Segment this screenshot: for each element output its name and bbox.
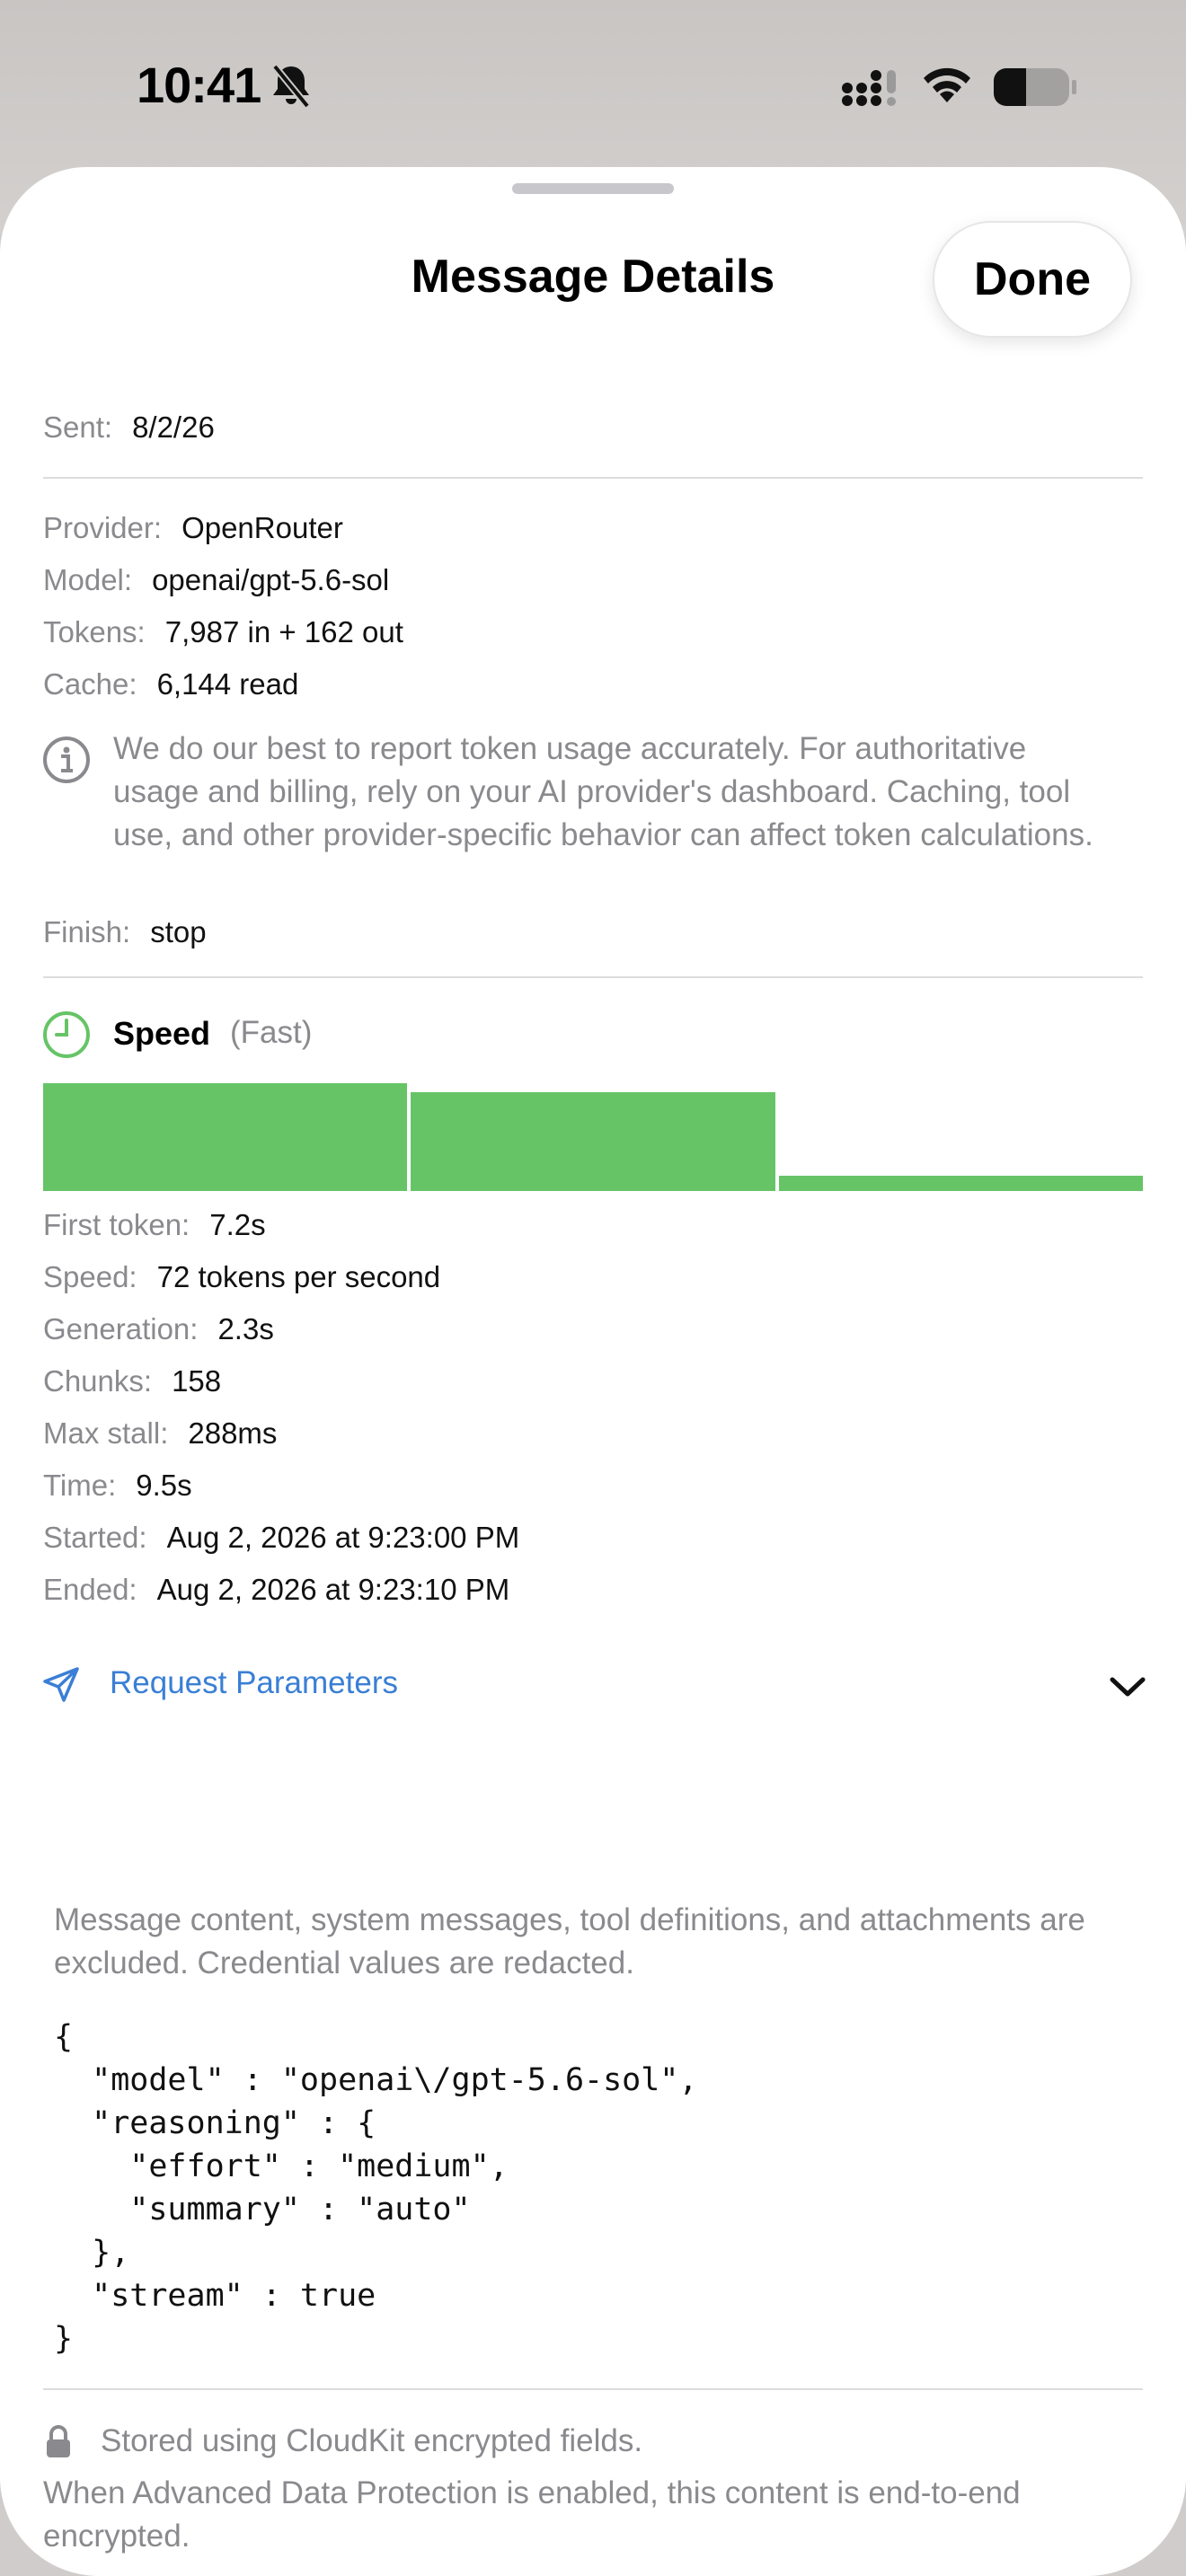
speed-stat-label: Max stall: (43, 1416, 169, 1450)
speed-stat-value: 9.5s (136, 1469, 192, 1502)
speed-stat-value: 7.2s (209, 1208, 266, 1241)
cache-label: Cache: (43, 667, 137, 701)
speed-stat-value: 288ms (188, 1416, 278, 1450)
speed-stat-label: Speed: (43, 1260, 137, 1293)
speed-stat-label: Started: (43, 1521, 147, 1554)
sent-label: Sent: (43, 410, 113, 444)
wifi-icon (924, 67, 970, 102)
model-label: Model: (43, 563, 133, 596)
finish-value: stop (150, 915, 207, 948)
speed-stat-value: 2.3s (217, 1312, 274, 1345)
speed-stat-label: Ended: (43, 1573, 137, 1606)
speed-stat-row: Time: 9.5s (43, 1468, 192, 1504)
speed-stat-label: First token: (43, 1208, 190, 1241)
lock-icon (47, 2425, 70, 2457)
chevron-down-icon[interactable] (1109, 1674, 1146, 1699)
battery-icon (994, 68, 1076, 106)
speed-rating: (Fast) (230, 1015, 313, 1050)
divider (43, 2388, 1143, 2390)
speed-stat-row: Speed: 72 tokens per second (43, 1259, 440, 1295)
speed-stat-row: First token: 7.2s (43, 1207, 266, 1243)
bell-slash-icon (271, 64, 311, 109)
tokens-value: 7,987 in + 162 out (164, 615, 403, 648)
token-disclaimer: We do our best to report token usage acc… (113, 731, 1093, 852)
clock-icon (43, 1011, 90, 1058)
storage-status: Stored using CloudKit encrypted fields. (101, 2423, 643, 2458)
speed-stat-row: Chunks: 158 (43, 1363, 221, 1399)
finish-row: Finish: stop (43, 914, 207, 950)
speed-stat-row: Started: Aug 2, 2026 at 9:23:00 PM (43, 1520, 519, 1556)
status-time: 10:41 (137, 57, 261, 113)
request-parameters-toggle[interactable]: Request Parameters (110, 1665, 398, 1701)
model-value: openai/gpt-5.6-sol (152, 563, 390, 596)
sent-row: Sent: 8/2/26 (43, 410, 215, 446)
sent-value: 8/2/26 (132, 410, 215, 444)
request-parameters-json: { "model" : "openai\/gpt-5.6-sol", "reas… (54, 2019, 698, 2357)
speed-stat-label: Chunks: (43, 1364, 153, 1398)
speed-bar (411, 1092, 775, 1191)
speed-stat-value: 72 tokens per second (156, 1260, 441, 1293)
adp-note: When Advanced Data Protection is enabled… (43, 2475, 1021, 2554)
cache-value: 6,144 read (156, 667, 299, 701)
speed-stat-label: Generation: (43, 1312, 199, 1345)
divider (43, 477, 1143, 479)
sheet-grabber[interactable] (512, 183, 674, 194)
speed-stat-label: Time: (43, 1469, 117, 1502)
speed-title: Speed (113, 1015, 211, 1052)
speed-stat-value: Aug 2, 2026 at 9:23:10 PM (156, 1573, 510, 1606)
speed-bar (778, 1176, 1143, 1191)
model-row: Model: openai/gpt-5.6-sol (43, 562, 389, 598)
done-button[interactable]: Done (933, 221, 1132, 338)
info-circle-icon (43, 737, 90, 783)
tokens-row: Tokens: 7,987 in + 162 out (43, 614, 403, 650)
message-details-sheet: Message Details Done Sent: 8/2/26 Provide… (0, 167, 1186, 2576)
paper-plane-icon[interactable] (41, 1665, 81, 1705)
provider-label: Provider: (43, 511, 163, 544)
divider (43, 976, 1143, 978)
speed-stat-value: 158 (172, 1364, 222, 1398)
request-parameters-note: Message content, system messages, tool d… (54, 1902, 1085, 1981)
speed-stat-value: Aug 2, 2026 at 9:23:00 PM (166, 1521, 520, 1554)
cache-row: Cache: 6,144 read (43, 666, 298, 702)
cellular-signal-icon (842, 70, 896, 106)
speed-stat-row: Generation: 2.3s (43, 1311, 274, 1347)
speed-bar (43, 1083, 408, 1191)
provider-row: Provider: OpenRouter (43, 510, 343, 546)
tokens-label: Tokens: (43, 615, 146, 648)
provider-value: OpenRouter (181, 511, 343, 544)
speed-stat-row: Max stall: 288ms (43, 1416, 277, 1451)
finish-label: Finish: (43, 915, 131, 948)
speed-stat-row: Ended: Aug 2, 2026 at 9:23:10 PM (43, 1572, 509, 1608)
status-bar: 10:41 (0, 0, 1186, 171)
